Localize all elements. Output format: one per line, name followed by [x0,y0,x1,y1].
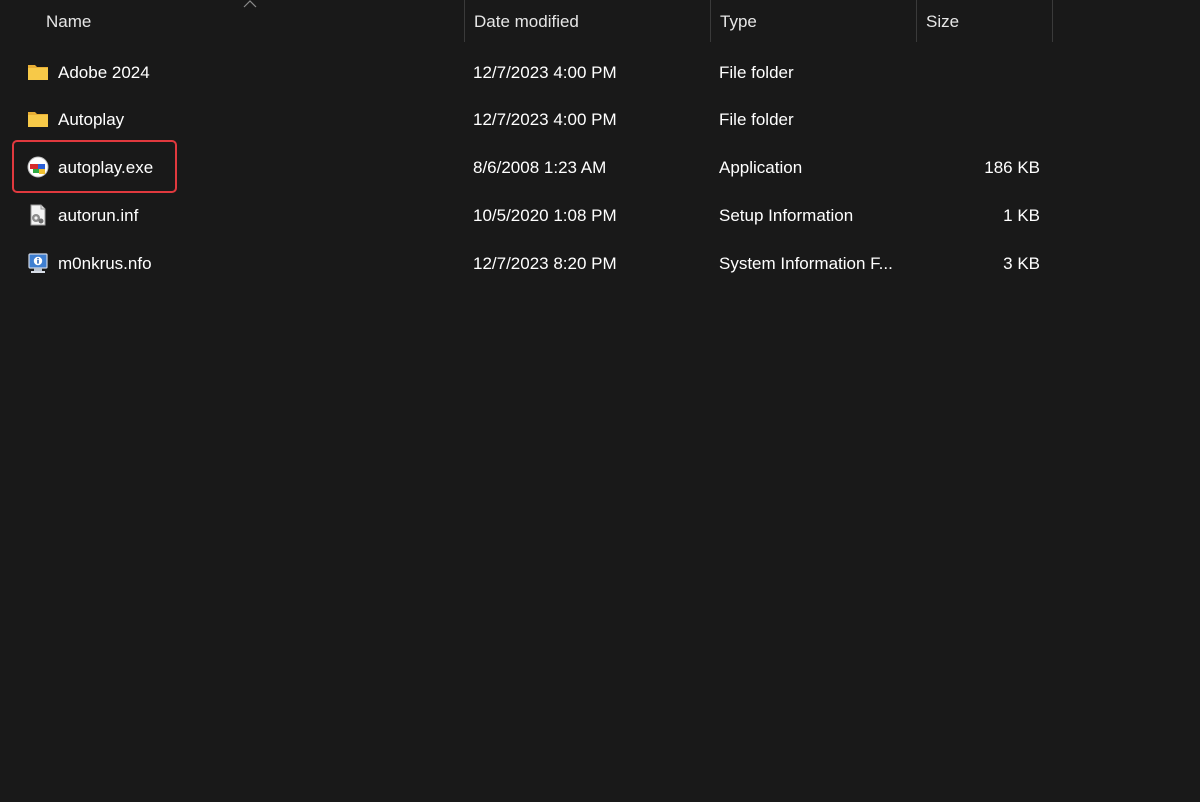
column-header-size[interactable]: Size [916,0,1053,42]
file-name: autoplay.exe [58,158,154,177]
folder-icon [28,65,48,80]
file-size: 3 KB [1003,254,1040,273]
file-row-adobe-2024[interactable]: Adobe 2024 12/7/2023 4:00 PM File folder [0,50,1060,90]
file-date-modified: 12/7/2023 4:00 PM [473,110,617,129]
system-information-icon [28,253,48,273]
column-header-name[interactable]: Name [36,0,464,42]
application-icon [27,156,49,178]
file-type: System Information F... [719,254,893,273]
column-header-date-modified[interactable]: Date modified [464,0,710,42]
file-name: Autoplay [58,110,125,129]
file-type: File folder [719,110,794,129]
file-name: m0nkrus.nfo [58,254,152,273]
folder-icon [28,112,48,127]
file-row-autorun-inf[interactable]: autorun.inf 10/5/2020 1:08 PM Setup Info… [0,193,1060,233]
file-date-modified: 10/5/2020 1:08 PM [473,206,617,225]
file-size: 186 KB [984,158,1040,177]
file-date-modified: 8/6/2008 1:23 AM [473,158,607,177]
file-date-modified: 12/7/2023 4:00 PM [473,63,617,82]
file-type: File folder [719,63,794,82]
file-type: Setup Information [719,206,854,225]
file-name: Adobe 2024 [58,63,150,82]
column-header-row: Name Date modified Type Size [0,0,1200,42]
file-row-autoplay-exe[interactable]: autoplay.exe 8/6/2008 1:23 AM Applicatio… [0,145,1060,185]
file-row-autoplay-folder[interactable]: Autoplay 12/7/2023 4:00 PM File folder [0,97,1060,137]
file-size: 1 KB [1003,206,1040,225]
column-divider[interactable] [1052,0,1053,42]
file-explorer-details-view: Name Date modified Type Size Adobe 2024 … [0,0,1200,802]
column-header-type[interactable]: Type [710,0,916,42]
file-date-modified: 12/7/2023 8:20 PM [473,254,617,273]
file-row-m0nkrus-nfo[interactable]: m0nkrus.nfo 12/7/2023 8:20 PM System Inf… [0,241,1060,281]
setup-information-icon [30,204,46,226]
file-name: autorun.inf [58,206,139,225]
file-type: Application [719,158,803,177]
